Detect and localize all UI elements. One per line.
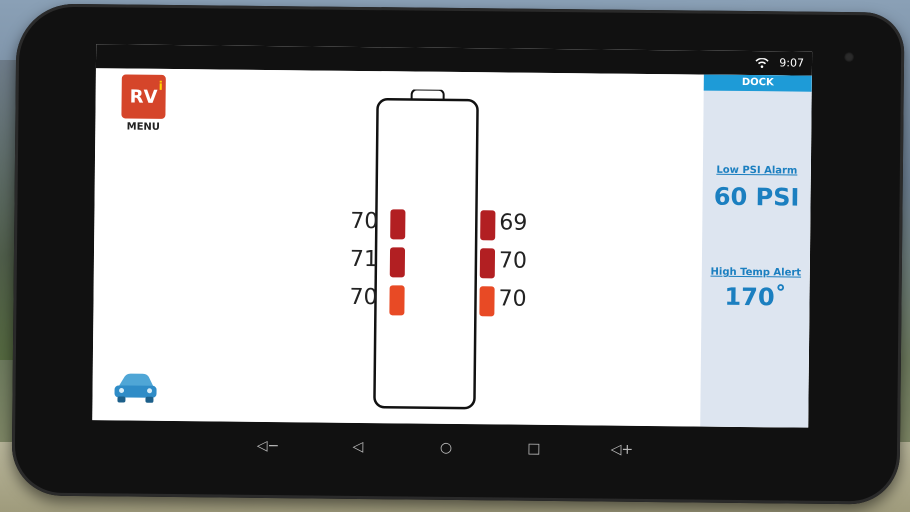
car-button[interactable] bbox=[110, 368, 160, 409]
tire-left-1-psi: 70 bbox=[350, 208, 379, 235]
volume-up-icon[interactable]: ◁+ bbox=[608, 438, 636, 462]
tpms-app: RV i MENU 70 71 70 69 70 70 DOCK Low PSI… bbox=[92, 68, 812, 428]
navigation-bar: ◁− ◁ ○ □ ◁+ bbox=[92, 424, 808, 471]
tire-right-1[interactable] bbox=[480, 210, 496, 241]
volume-down-icon[interactable]: ◁− bbox=[254, 434, 282, 458]
car-icon bbox=[114, 373, 157, 403]
dock-tab[interactable]: DOCK bbox=[703, 74, 812, 92]
logo-accent: i bbox=[158, 78, 163, 93]
high-temp-value[interactable]: 170˚ bbox=[701, 283, 809, 312]
tire-right-3[interactable] bbox=[479, 286, 495, 317]
tablet-screen: 9:07 RV i MENU 70 71 70 69 70 70 DOCK Lo… bbox=[92, 44, 813, 428]
logo-text: RV bbox=[129, 86, 158, 108]
low-psi-value[interactable]: 60 PSI bbox=[702, 183, 810, 212]
menu-label: MENU bbox=[126, 121, 161, 133]
tire-right-2[interactable] bbox=[479, 248, 496, 279]
vehicle-outline bbox=[373, 89, 479, 410]
tablet-device: 9:07 RV i MENU 70 71 70 69 70 70 DOCK Lo… bbox=[11, 3, 905, 505]
tire-left-3[interactable] bbox=[389, 285, 405, 316]
tire-left-1[interactable] bbox=[390, 209, 406, 240]
tire-right-3-psi: 70 bbox=[498, 286, 527, 312]
home-icon[interactable]: ○ bbox=[432, 436, 460, 460]
tire-right-2-psi: 70 bbox=[498, 248, 528, 274]
high-temp-label: High Temp Alert bbox=[710, 266, 802, 279]
alert-panel: DOCK Low PSI Alarm 60 PSI High Temp Aler… bbox=[700, 74, 812, 428]
tire-left-3-psi: 70 bbox=[349, 284, 378, 311]
wifi-icon bbox=[755, 57, 769, 68]
rvi-logo: RV i bbox=[121, 74, 166, 119]
recents-icon[interactable]: □ bbox=[520, 437, 548, 461]
back-icon[interactable]: ◁ bbox=[344, 435, 372, 459]
tire-right-1-psi: 69 bbox=[499, 210, 528, 236]
tire-left-2[interactable] bbox=[389, 247, 406, 278]
status-time: 9:07 bbox=[779, 56, 805, 70]
front-camera bbox=[844, 52, 855, 63]
low-psi-label: Low PSI Alarm bbox=[716, 164, 798, 177]
menu-button[interactable]: RV i MENU bbox=[121, 74, 174, 137]
tire-left-2-psi: 71 bbox=[349, 246, 379, 273]
